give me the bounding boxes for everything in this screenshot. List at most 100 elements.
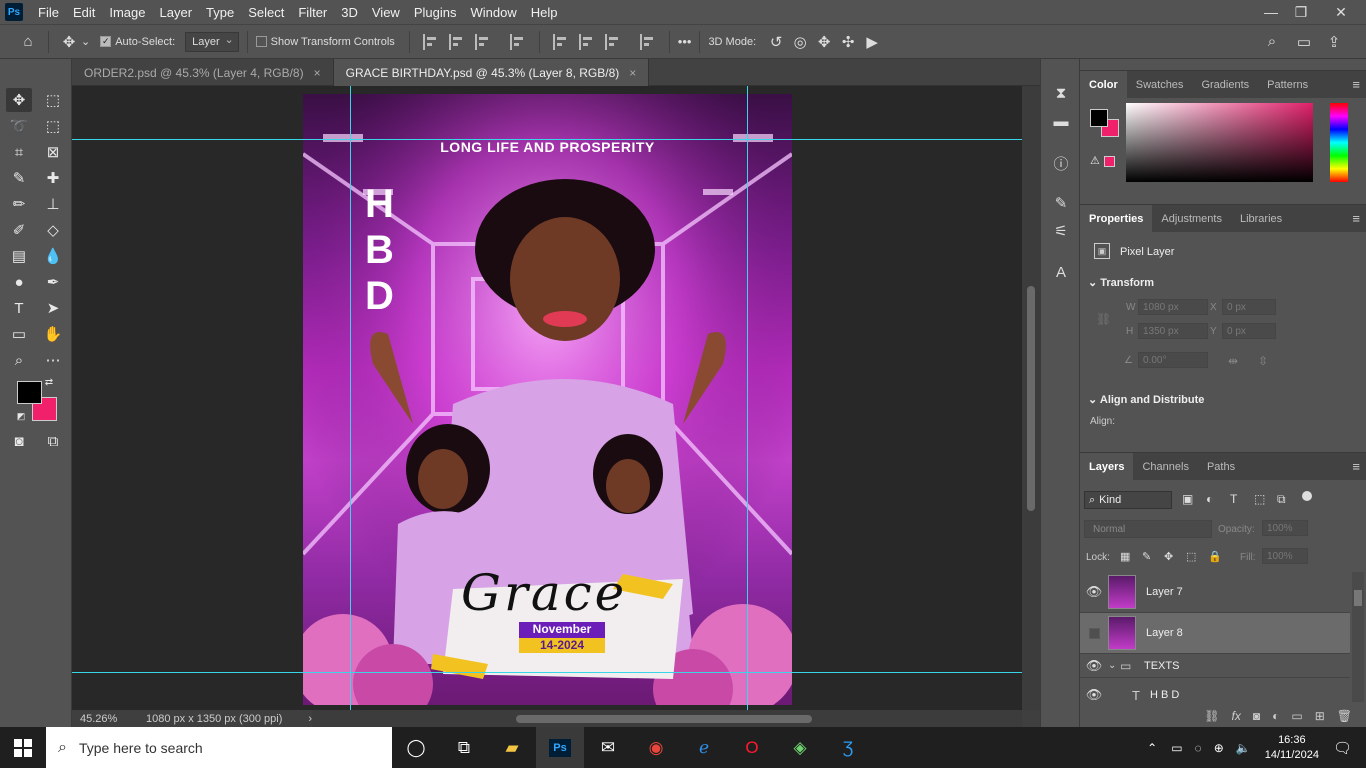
taskbar-search[interactable]: ⌕ Type here to search: [46, 727, 392, 768]
fg-color-swatch[interactable]: [1090, 109, 1108, 127]
opacity-field[interactable]: 100%: [1262, 520, 1308, 536]
eyedropper-icon[interactable]: ✎: [6, 166, 32, 190]
filter-adjustment-icon[interactable]: ◐: [1206, 492, 1213, 506]
distribute-icon[interactable]: [509, 33, 526, 50]
quick-mask-icon[interactable]: ◙: [6, 429, 32, 453]
layer-row-texts-group[interactable]: 👁 ⌄ ▭ TEXTS: [1080, 654, 1350, 678]
filter-toggle-icon[interactable]: [1302, 491, 1312, 501]
blend-mode-dropdown[interactable]: Normal: [1084, 520, 1212, 538]
trash-icon[interactable]: 🗑: [1337, 709, 1352, 723]
menu-3d[interactable]: 3D: [334, 5, 365, 20]
panel-menu-icon[interactable]: ≡: [1352, 459, 1360, 474]
chrome-icon[interactable]: ◉: [632, 727, 680, 768]
share-icon[interactable]: ⇪: [1322, 30, 1346, 54]
windows-start-icon[interactable]: [14, 739, 32, 757]
menu-file[interactable]: File: [31, 5, 66, 20]
tab-libraries[interactable]: Libraries: [1231, 205, 1291, 233]
filter-pixel-icon[interactable]: ▣: [1182, 492, 1193, 506]
menu-filter[interactable]: Filter: [291, 5, 334, 20]
minimize-button[interactable]: —: [1256, 0, 1286, 24]
chevron-up-icon[interactable]: ⌃: [1147, 741, 1157, 755]
mail-icon[interactable]: ✉: [584, 727, 632, 768]
roll-3d-icon[interactable]: ◎: [788, 30, 812, 54]
adjustment-icon[interactable]: ◐: [1272, 709, 1279, 723]
visibility-box[interactable]: [1080, 627, 1108, 639]
brush-tool-icon[interactable]: ✏: [6, 192, 32, 216]
history-brush-icon[interactable]: ✐: [6, 218, 32, 242]
more-options-icon[interactable]: •••: [678, 34, 692, 49]
more-tools-icon[interactable]: ⋯: [40, 348, 66, 372]
search-icon[interactable]: ⌕: [1260, 30, 1284, 54]
layer-row-layer-8[interactable]: Layer 8: [1080, 613, 1350, 654]
crop-tool-icon[interactable]: ⌗: [6, 140, 32, 164]
menu-edit[interactable]: Edit: [66, 5, 102, 20]
align-middle-icon[interactable]: [578, 33, 595, 50]
transform-controls-checkbox[interactable]: [255, 36, 267, 47]
layers-scrollbar[interactable]: [1352, 572, 1364, 702]
artwork-canvas[interactable]: LONG LIFE AND PROSPERITY H B D Grace Nov…: [303, 94, 792, 705]
glyphs-icon[interactable]: A: [1051, 262, 1071, 282]
tab-adjustments[interactable]: Adjustments: [1152, 205, 1231, 233]
file-explorer-icon[interactable]: ▰: [488, 727, 536, 768]
edge-icon[interactable]: ℯ: [680, 727, 728, 768]
app-icon[interactable]: ◈: [776, 727, 824, 768]
screen-mode-icon[interactable]: ⧉: [40, 429, 66, 453]
marquee-tool-icon[interactable]: ⬚: [40, 88, 66, 112]
eye-icon[interactable]: 👁: [1080, 584, 1108, 600]
lock-transparent-icon[interactable]: ▦: [1120, 550, 1130, 563]
filter-shape-icon[interactable]: ⬚: [1254, 492, 1265, 506]
app3-icon[interactable]: Ʒ: [824, 727, 872, 768]
canvas-area[interactable]: LONG LIFE AND PROSPERITY H B D Grace Nov…: [72, 86, 1022, 710]
menu-select[interactable]: Select: [241, 5, 291, 20]
dodge-tool-icon[interactable]: ●: [6, 270, 32, 294]
lock-position-icon[interactable]: ✥: [1164, 550, 1173, 563]
workspace-icon[interactable]: ▭: [1292, 30, 1316, 54]
menu-view[interactable]: View: [365, 5, 407, 20]
tab-channels[interactable]: Channels: [1133, 453, 1197, 481]
volume-icon[interactable]: 🔈: [1236, 741, 1251, 755]
transform-header[interactable]: ⌄ Transform: [1088, 276, 1154, 289]
home-icon[interactable]: ⌂: [16, 30, 40, 54]
tab-gradients[interactable]: Gradients: [1192, 71, 1258, 99]
type-tool-icon[interactable]: T: [6, 296, 32, 320]
close-icon[interactable]: ×: [629, 66, 636, 80]
x-field[interactable]: 0 px: [1222, 299, 1276, 315]
battery-icon[interactable]: ▭: [1171, 741, 1182, 755]
y-field[interactable]: 0 px: [1222, 323, 1276, 339]
align-left-icon[interactable]: [422, 33, 439, 50]
tab-grace-birthday[interactable]: GRACE BIRTHDAY.psd @ 45.3% (Layer 8, RGB…: [333, 59, 650, 86]
globe-icon[interactable]: ⊕: [1214, 741, 1224, 755]
tab-order2[interactable]: ORDER2.psd @ 45.3% (Layer 4, RGB/8) ×: [72, 59, 334, 86]
comments-icon[interactable]: ▬: [1051, 111, 1071, 131]
frame-tool-icon[interactable]: ⊠: [40, 140, 66, 164]
tab-paths[interactable]: Paths: [1198, 453, 1244, 481]
close-button[interactable]: ✕: [1316, 0, 1366, 24]
auto-select-checkbox[interactable]: ✓: [100, 36, 112, 47]
eye-icon[interactable]: 👁: [1080, 658, 1108, 674]
blur-tool-icon[interactable]: 💧: [40, 244, 66, 268]
hand-tool-icon[interactable]: ✋: [40, 322, 66, 346]
filter-smart-icon[interactable]: ⧉: [1277, 492, 1286, 507]
angle-field[interactable]: 0.00°: [1138, 352, 1208, 368]
fill-field[interactable]: 100%: [1262, 548, 1308, 564]
gradient-tool-icon[interactable]: ▤: [6, 244, 32, 268]
eraser-tool-icon[interactable]: ◇: [40, 218, 66, 242]
network-icon[interactable]: ◌: [1195, 741, 1202, 755]
scroll-thumb[interactable]: [1027, 286, 1035, 511]
filter-type-icon[interactable]: T: [1230, 492, 1237, 506]
object-select-icon[interactable]: ⬚: [40, 114, 66, 138]
align-right-icon[interactable]: [474, 33, 491, 50]
menu-type[interactable]: Type: [199, 5, 241, 20]
chevron-down-icon[interactable]: ⌄: [81, 35, 90, 48]
swap-colors-icon[interactable]: ⇄: [42, 375, 56, 389]
menu-help[interactable]: Help: [524, 5, 565, 20]
lasso-tool-icon[interactable]: ➰: [6, 114, 32, 138]
close-icon[interactable]: ×: [314, 66, 321, 80]
restore-button[interactable]: ❐: [1286, 0, 1316, 24]
brush-settings-icon[interactable]: ✎: [1051, 193, 1071, 213]
menu-image[interactable]: Image: [102, 5, 152, 20]
align-center-icon[interactable]: [448, 33, 465, 50]
distribute-vertical-icon[interactable]: [639, 33, 656, 50]
zoom-tool-icon[interactable]: ⌕: [6, 348, 32, 372]
web-safe-swatch[interactable]: [1104, 156, 1115, 167]
